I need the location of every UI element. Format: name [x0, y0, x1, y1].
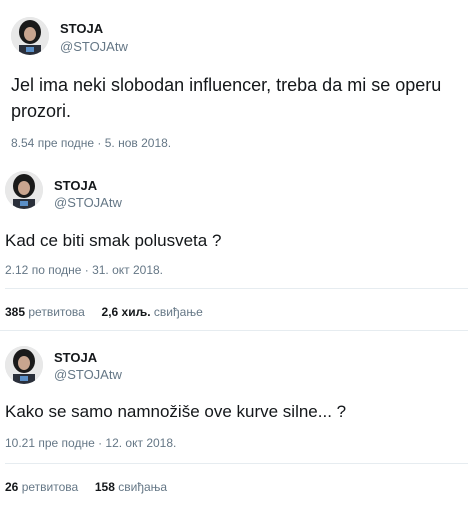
retweet-count[interactable]: 26 ретвитова	[5, 480, 78, 494]
tweet-divider	[0, 330, 468, 331]
tweet-text: Kako se samo namnožiše ove kurve silne..…	[5, 402, 347, 421]
retweet-count[interactable]: 385 ретвитова	[5, 305, 85, 319]
avatar-image	[5, 171, 43, 209]
stats-divider	[5, 288, 468, 289]
avatar[interactable]	[5, 171, 43, 209]
tweet-timestamp[interactable]: 2.12 по подне · 31. окт 2018.	[5, 263, 163, 277]
tweet-card: STOJA @STOJAtw Kako se samo namnožiše ov…	[0, 332, 468, 507]
avatar-image	[11, 17, 49, 55]
tweet-timestamp[interactable]: 10.21 пре подне · 12. окт 2018.	[5, 436, 176, 450]
tweet-card: STOJA @STOJAtw Kad ce biti smak polusvet…	[0, 160, 468, 332]
tweet-stats: 385 ретвитова 2,6 хиљ. свиђање	[5, 305, 203, 319]
like-count[interactable]: 158 свиђања	[95, 480, 167, 494]
tweet-card: STOJA @STOJAtw Jel ima neki slobodan inf…	[0, 0, 468, 160]
tweet-text: Kad ce biti smak polusveta ?	[5, 231, 222, 250]
tweet-text: Jel ima neki slobodan influencer, treba …	[11, 75, 442, 121]
tweet-stats: 26 ретвитова 158 свиђања	[5, 480, 167, 494]
user-handle[interactable]: @STOJAtw	[54, 367, 122, 382]
avatar[interactable]	[5, 346, 43, 384]
tweet-timestamp[interactable]: 8.54 пре подне · 5. нов 2018.	[11, 136, 171, 150]
display-name[interactable]: STOJA	[54, 178, 97, 193]
avatar[interactable]	[11, 17, 49, 55]
stats-divider	[5, 463, 468, 464]
avatar-image	[5, 346, 43, 384]
like-count[interactable]: 2,6 хиљ. свиђање	[102, 305, 203, 319]
display-name[interactable]: STOJA	[60, 21, 103, 36]
user-handle[interactable]: @STOJAtw	[60, 39, 128, 54]
display-name[interactable]: STOJA	[54, 350, 97, 365]
user-handle[interactable]: @STOJAtw	[54, 195, 122, 210]
